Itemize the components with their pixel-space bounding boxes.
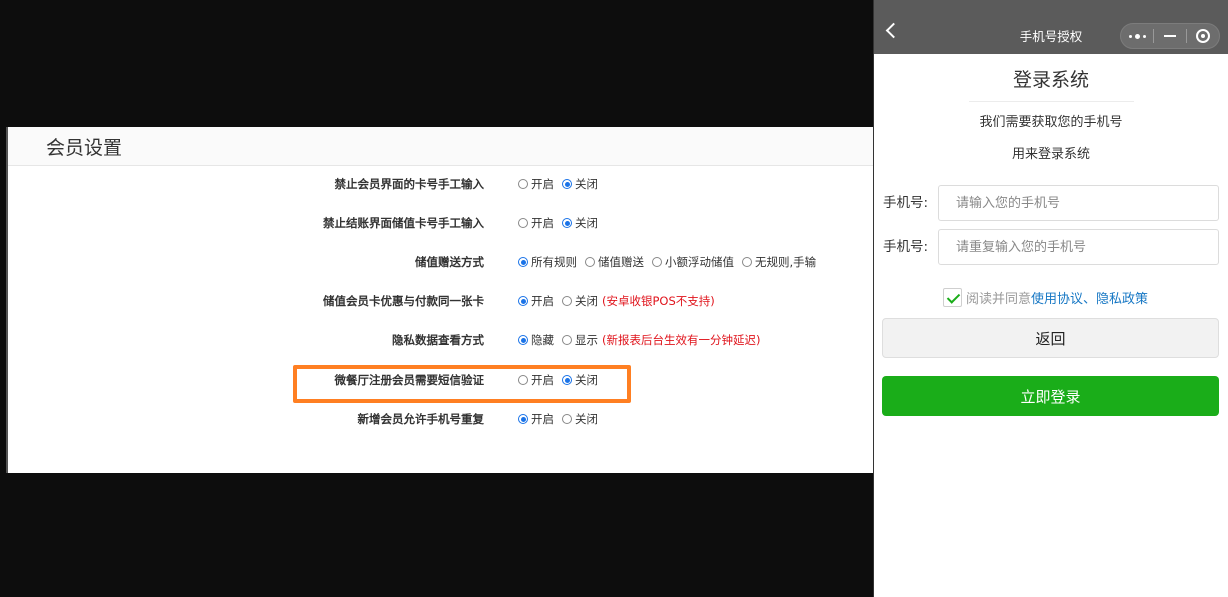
setting-row: 隐私数据查看方式 隐藏 显示 (新报表后台生效有一分钟延迟): [8, 330, 873, 350]
member-settings-panel: 会员设置 禁止会员界面的卡号手工输入 开启 关闭 禁止结账界面储值卡号手工输入 开启 关闭…: [6, 127, 873, 473]
setting-label: 储值会员卡优惠与付款同一张卡: [323, 294, 484, 308]
radio-checked-icon[interactable]: [518, 257, 528, 267]
setting-options: 开启 关闭: [518, 215, 606, 231]
repeat-phone-input[interactable]: [938, 229, 1219, 265]
phone-label: 手机号:: [883, 195, 929, 211]
radio-checked-icon[interactable]: [518, 296, 528, 306]
radio-option[interactable]: 开启: [518, 215, 554, 231]
radio-label: 关闭: [575, 294, 598, 308]
login-desc-line1: 我们需要获取您的手机号: [979, 115, 1123, 130]
radio-label: 小额浮动储值: [665, 255, 734, 269]
setting-row: 禁止结账界面储值卡号手工输入 开启 关闭: [8, 213, 873, 233]
phone-login-screen: 手机号授权 登录系统 我们需要获取您的手机号 用来登录系统 手机号: 手机号: …: [873, 0, 1228, 597]
settings-header: 会员设置: [8, 127, 873, 166]
login-title: 登录系统: [1012, 69, 1089, 91]
radio-label: 储值赠送: [598, 255, 644, 269]
radio-option[interactable]: 开启: [518, 176, 554, 192]
setting-label: 储值赠送方式: [415, 255, 484, 269]
setting-label: 隐私数据查看方式: [392, 333, 484, 347]
radio-option[interactable]: 储值赠送: [585, 254, 644, 270]
setting-note: (新报表后台生效有一分钟延迟): [602, 333, 761, 347]
agreement-link[interactable]: 使用协议、隐私政策: [1031, 288, 1148, 307]
more-dots-icon: [1128, 33, 1146, 39]
phone-nav-bar: 手机号授权: [874, 0, 1228, 54]
radio-label: 隐藏: [531, 333, 554, 347]
capsule-menu: [1120, 23, 1220, 49]
radio-label: 关闭: [575, 373, 598, 387]
setting-options: 开启 关闭: [518, 372, 606, 388]
setting-options: 开启 关闭: [518, 176, 606, 192]
radio-checked-icon[interactable]: [518, 414, 528, 424]
radio-label: 开启: [531, 177, 554, 191]
radio-label: 开启: [531, 294, 554, 308]
minimize-icon: [1164, 35, 1176, 37]
radio-unchecked-icon[interactable]: [562, 296, 572, 306]
radio-option[interactable]: 隐藏: [518, 332, 554, 348]
radio-label: 开启: [531, 216, 554, 230]
setting-row: 储值赠送方式 所有规则 储值赠送 小额浮动储值 无规则,手输: [8, 252, 873, 272]
setting-label: 禁止会员界面的卡号手工输入: [334, 177, 485, 191]
setting-row: 储值会员卡优惠与付款同一张卡 开启 关闭 (安卓收银POS不支持): [8, 291, 873, 311]
setting-row: 新增会员允许手机号重复 开启 关闭: [8, 409, 873, 429]
phone-input[interactable]: [938, 185, 1219, 221]
radio-option[interactable]: 开启: [518, 411, 554, 427]
setting-note: (安卓收银POS不支持): [602, 294, 715, 308]
radio-option[interactable]: 无规则,手输: [742, 254, 816, 270]
login-desc-line2: 用来登录系统: [1011, 147, 1090, 162]
title-divider: [969, 101, 1134, 102]
radio-label: 无规则,手输: [755, 255, 817, 269]
more-button[interactable]: [1121, 24, 1153, 48]
setting-label: 禁止结账界面储值卡号手工输入: [323, 216, 484, 230]
radio-label: 显示: [575, 333, 598, 347]
radio-label: 关闭: [575, 412, 598, 426]
radio-checked-icon[interactable]: [562, 375, 572, 385]
setting-label: 新增会员允许手机号重复: [357, 412, 485, 426]
radio-checked-icon[interactable]: [518, 335, 528, 345]
setting-options: 所有规则 储值赠送 小额浮动储值 无规则,手输: [518, 254, 824, 270]
settings-title: 会员设置: [46, 136, 123, 159]
radio-unchecked-icon[interactable]: [518, 179, 528, 189]
radio-option[interactable]: 开启: [518, 293, 554, 309]
radio-label: 关闭: [575, 177, 598, 191]
setting-options: 开启 关闭 (安卓收银POS不支持): [518, 293, 715, 309]
radio-option[interactable]: 关闭: [562, 372, 598, 388]
radio-label: 所有规则: [531, 255, 577, 269]
radio-option[interactable]: 小额浮动储值: [652, 254, 734, 270]
close-target-icon: [1196, 29, 1210, 43]
login-button[interactable]: 立即登录: [882, 376, 1219, 416]
radio-unchecked-icon[interactable]: [742, 257, 752, 267]
radio-unchecked-icon[interactable]: [652, 257, 662, 267]
radio-option[interactable]: 关闭: [562, 293, 598, 309]
setting-row: 禁止会员界面的卡号手工输入 开启 关闭: [8, 174, 873, 194]
minimize-button[interactable]: [1154, 24, 1186, 48]
repeat-phone-label: 手机号:: [883, 239, 929, 255]
radio-option[interactable]: 显示: [562, 332, 598, 348]
setting-label: 微餐厅注册会员需要短信验证: [334, 373, 485, 387]
radio-option[interactable]: 关闭: [562, 411, 598, 427]
close-button[interactable]: [1187, 24, 1219, 48]
radio-label: 关闭: [575, 216, 598, 230]
radio-option[interactable]: 关闭: [562, 215, 598, 231]
agreement-text: 阅读并同意: [966, 292, 1032, 307]
radio-unchecked-icon[interactable]: [585, 257, 595, 267]
radio-checked-icon[interactable]: [562, 218, 572, 228]
agreement-checkbox[interactable]: [943, 288, 962, 307]
setting-options: 开启 关闭: [518, 411, 606, 427]
radio-label: 开启: [531, 373, 554, 387]
radio-option[interactable]: 开启: [518, 372, 554, 388]
radio-unchecked-icon[interactable]: [562, 335, 572, 345]
radio-unchecked-icon[interactable]: [562, 414, 572, 424]
radio-unchecked-icon[interactable]: [518, 375, 528, 385]
agreement-row: 阅读并同意 使用协议、隐私政策: [943, 288, 1148, 307]
setting-options: 隐藏 显示 (新报表后台生效有一分钟延迟): [518, 332, 760, 348]
radio-label: 开启: [531, 412, 554, 426]
radio-checked-icon[interactable]: [562, 179, 572, 189]
radio-option[interactable]: 关闭: [562, 176, 598, 192]
radio-unchecked-icon[interactable]: [518, 218, 528, 228]
back-button[interactable]: 返回: [882, 318, 1219, 358]
radio-option[interactable]: 所有规则: [518, 254, 577, 270]
setting-row: 微餐厅注册会员需要短信验证 开启 关闭: [8, 370, 873, 390]
